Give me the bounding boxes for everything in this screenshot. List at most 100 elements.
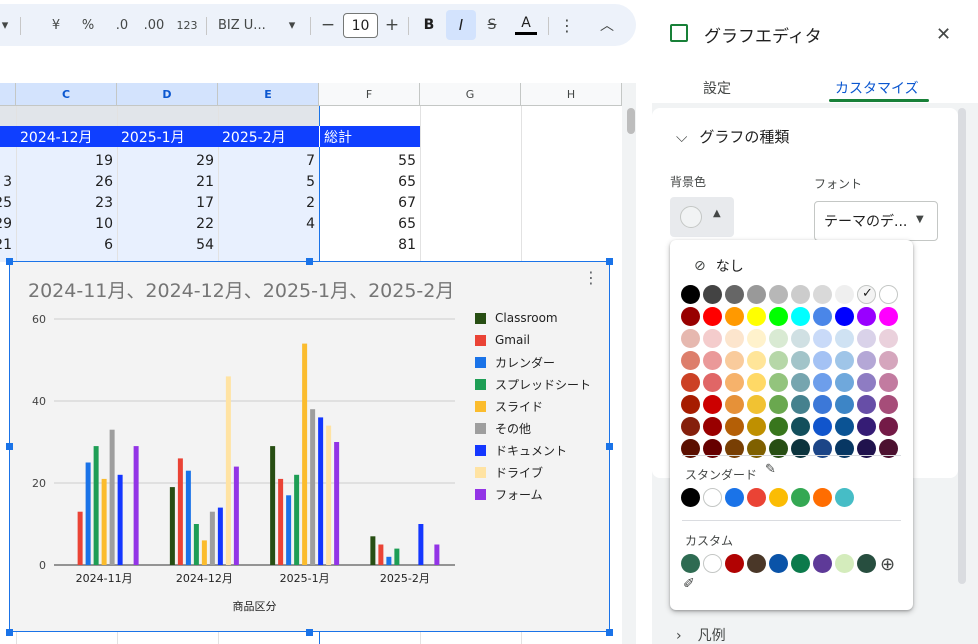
column-header-e[interactable]: E bbox=[218, 83, 319, 106]
cell-f1[interactable]: 55 bbox=[319, 150, 420, 171]
cell-f4[interactable]: 65 bbox=[319, 213, 420, 234]
color-swatch[interactable] bbox=[835, 417, 854, 436]
standard-color-swatch[interactable] bbox=[725, 488, 744, 507]
color-swatch[interactable] bbox=[791, 373, 810, 392]
custom-color-swatch[interactable] bbox=[857, 554, 876, 573]
more-vert-icon[interactable]: ⋮ bbox=[558, 4, 576, 46]
color-swatch[interactable] bbox=[857, 395, 876, 414]
column-header-g[interactable]: G bbox=[420, 83, 521, 106]
custom-color-swatch[interactable] bbox=[835, 554, 854, 573]
resize-handle[interactable] bbox=[606, 443, 613, 450]
color-swatch[interactable] bbox=[857, 417, 876, 436]
currency-button[interactable]: ¥ bbox=[44, 4, 68, 46]
cell-f3[interactable]: 67 bbox=[319, 192, 420, 213]
color-swatch[interactable] bbox=[725, 395, 744, 414]
standard-color-swatch[interactable] bbox=[835, 488, 854, 507]
color-swatch[interactable] bbox=[879, 417, 898, 436]
italic-button[interactable]: I bbox=[446, 10, 476, 40]
color-swatch[interactable] bbox=[769, 351, 788, 370]
panel-scrollbar[interactable] bbox=[958, 108, 966, 584]
color-swatch[interactable] bbox=[747, 285, 766, 304]
resize-handle[interactable] bbox=[606, 629, 613, 636]
color-swatch[interactable] bbox=[879, 373, 898, 392]
percent-button[interactable]: % bbox=[76, 4, 100, 46]
resize-handle[interactable] bbox=[6, 629, 13, 636]
color-swatch[interactable] bbox=[769, 395, 788, 414]
cell-b4[interactable]: 29 bbox=[0, 213, 16, 234]
header-cell-f[interactable]: 総計 bbox=[319, 126, 420, 147]
edit-icon[interactable]: ✎ bbox=[765, 462, 776, 477]
color-swatch[interactable] bbox=[857, 373, 876, 392]
color-swatch[interactable] bbox=[879, 307, 898, 326]
strikethrough-button[interactable]: S bbox=[482, 4, 502, 46]
custom-color-swatch[interactable] bbox=[813, 554, 832, 573]
standard-color-swatch[interactable] bbox=[813, 488, 832, 507]
tab-settings[interactable]: 設定 bbox=[703, 78, 731, 98]
plus-icon[interactable]: + bbox=[384, 4, 400, 46]
color-swatch[interactable] bbox=[791, 307, 810, 326]
custom-color-swatch[interactable] bbox=[681, 554, 700, 573]
chevron-down-icon[interactable]: ▾ bbox=[285, 4, 299, 46]
add-custom-color-icon[interactable]: ⊕ bbox=[880, 554, 895, 575]
chart[interactable]: 2024-11月、2024-12月、2025-1月、2025-2月 ⋮ 0 20 4… bbox=[9, 261, 610, 632]
color-swatch[interactable] bbox=[747, 395, 766, 414]
header-cell-d[interactable]: 2025-1月 bbox=[117, 126, 218, 147]
cell-b5[interactable]: 21 bbox=[0, 234, 16, 255]
column-header-c[interactable]: C bbox=[16, 83, 117, 106]
color-swatch[interactable] bbox=[835, 395, 854, 414]
custom-color-swatch[interactable] bbox=[703, 554, 722, 573]
color-swatch[interactable] bbox=[747, 351, 766, 370]
cell-b3[interactable]: 25 bbox=[0, 192, 16, 213]
color-swatch[interactable] bbox=[857, 285, 876, 304]
color-swatch[interactable] bbox=[791, 285, 810, 304]
color-swatch[interactable] bbox=[791, 395, 810, 414]
color-swatch[interactable] bbox=[835, 329, 854, 348]
standard-color-swatch[interactable] bbox=[747, 488, 766, 507]
no-color-option[interactable]: ⊘ なし bbox=[694, 256, 744, 276]
cell-d1[interactable]: 29 bbox=[117, 150, 218, 171]
tab-customize[interactable]: カスタマイズ bbox=[835, 78, 919, 98]
header-cell-c[interactable]: 2024-12月 bbox=[16, 126, 117, 147]
cell-c3[interactable]: 23 bbox=[16, 192, 117, 213]
color-swatch[interactable] bbox=[681, 417, 700, 436]
eyedropper-icon[interactable]: ✐ bbox=[683, 576, 695, 592]
cell-c4[interactable]: 10 bbox=[16, 213, 117, 234]
color-swatch[interactable] bbox=[813, 373, 832, 392]
color-swatch[interactable] bbox=[791, 351, 810, 370]
color-swatch[interactable] bbox=[813, 285, 832, 304]
standard-color-swatch[interactable] bbox=[769, 488, 788, 507]
color-swatch[interactable] bbox=[813, 417, 832, 436]
header-cell-e[interactable]: 2025-2月 bbox=[218, 126, 319, 147]
color-swatch[interactable] bbox=[769, 329, 788, 348]
header-cell-b[interactable] bbox=[0, 126, 16, 147]
color-swatch[interactable] bbox=[747, 417, 766, 436]
cell-c2[interactable]: 26 bbox=[16, 171, 117, 192]
color-swatch[interactable] bbox=[703, 307, 722, 326]
color-swatch[interactable] bbox=[681, 395, 700, 414]
color-swatch[interactable] bbox=[769, 285, 788, 304]
number-format-button[interactable]: 123 bbox=[174, 4, 200, 46]
color-swatch[interactable] bbox=[791, 329, 810, 348]
color-swatch[interactable] bbox=[703, 329, 722, 348]
column-header-h[interactable]: H bbox=[521, 83, 622, 106]
color-swatch[interactable] bbox=[835, 351, 854, 370]
cell-e5[interactable] bbox=[218, 234, 319, 255]
color-swatch[interactable] bbox=[857, 329, 876, 348]
cell-d2[interactable]: 21 bbox=[117, 171, 218, 192]
section-chart-type[interactable]: ⌵ グラフの種類 bbox=[676, 126, 789, 147]
cell-f5[interactable]: 81 bbox=[319, 234, 420, 255]
color-swatch[interactable] bbox=[725, 329, 744, 348]
color-swatch[interactable] bbox=[769, 417, 788, 436]
color-swatch[interactable] bbox=[681, 285, 700, 304]
resize-handle[interactable] bbox=[606, 258, 613, 265]
cell-b2[interactable]: 3 bbox=[0, 171, 16, 192]
grid-scrollbar-thumb[interactable] bbox=[627, 108, 635, 134]
resize-handle[interactable] bbox=[306, 258, 313, 265]
custom-color-swatch[interactable] bbox=[725, 554, 744, 573]
color-swatch[interactable] bbox=[769, 373, 788, 392]
color-swatch[interactable] bbox=[681, 329, 700, 348]
resize-handle[interactable] bbox=[6, 258, 13, 265]
color-swatch[interactable] bbox=[879, 351, 898, 370]
custom-color-swatch[interactable] bbox=[747, 554, 766, 573]
cell-d5[interactable]: 54 bbox=[117, 234, 218, 255]
